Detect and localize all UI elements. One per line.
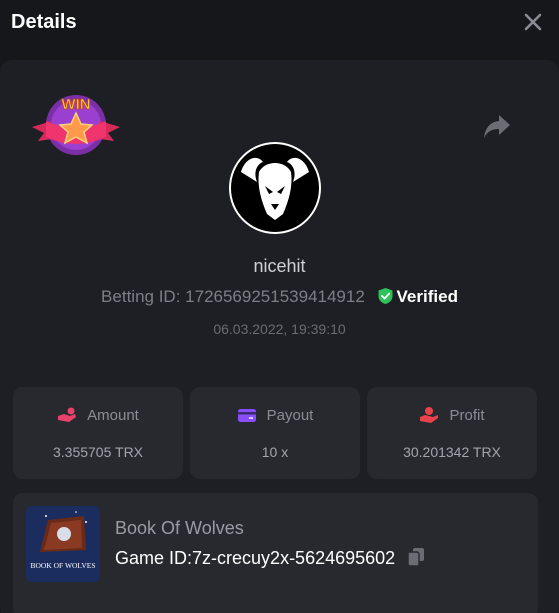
- amount-icon: [58, 407, 77, 422]
- win-badge-text: WIN: [61, 96, 90, 113]
- profit-label: Profit: [449, 407, 485, 424]
- verified-shield-icon: [377, 287, 394, 305]
- game-id-label: Game ID:: [115, 548, 193, 568]
- avatar: [229, 142, 321, 234]
- betting-id-label: Betting ID:: [101, 287, 181, 306]
- betting-id-value: 1726569251539414912: [185, 287, 365, 306]
- payout-icon: [237, 409, 256, 422]
- profit-value: 30.201342 TRX: [403, 444, 501, 460]
- amount-label: Amount: [87, 407, 139, 424]
- amount-value: 3.355705 TRX: [52, 444, 144, 460]
- game-thumbnail[interactable]: BOOK OF WOLVES: [26, 506, 100, 582]
- profit-card: Profit 30.201342 TRX: [367, 387, 537, 479]
- win-badge-icon: WIN: [30, 91, 122, 163]
- game-name: Book Of Wolves: [115, 518, 244, 538]
- payout-card: Payout 10 x: [190, 387, 360, 479]
- betting-id-line: Betting ID: 1726569251539414912 Verified: [0, 287, 559, 307]
- game-thumb-text: BOOK OF WOLVES: [30, 561, 95, 570]
- amount-card: Amount 3.355705 TRX: [13, 387, 183, 479]
- bet-timestamp: 06.03.2022, 19:39:10: [213, 321, 346, 337]
- game-id-line: Game ID:7z-crecuy2x-5624695602: [115, 547, 425, 569]
- username: nicehit: [253, 256, 306, 276]
- profit-icon: [420, 407, 439, 423]
- share-icon[interactable]: [482, 112, 512, 140]
- game-card: BOOK OF WOLVES Book Of Wolves Game ID:7z…: [13, 493, 538, 613]
- dialog-header: Details: [0, 0, 559, 44]
- payout-value: 10 x: [261, 444, 289, 460]
- dialog-title: Details: [11, 11, 77, 33]
- copy-icon[interactable]: [407, 547, 425, 567]
- close-icon[interactable]: [521, 10, 545, 34]
- game-id-value: 7z-crecuy2x-5624695602: [192, 548, 396, 568]
- verified-label: Verified: [396, 287, 458, 306]
- payout-label: Payout: [266, 407, 314, 424]
